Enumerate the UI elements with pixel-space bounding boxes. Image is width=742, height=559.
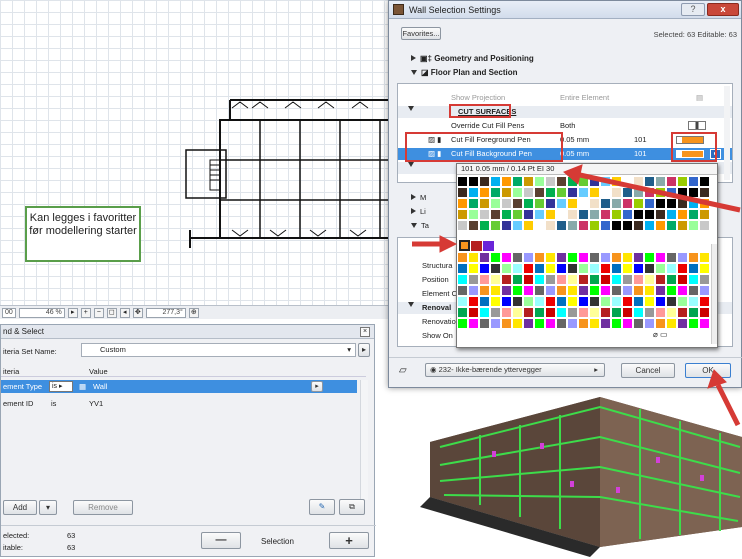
building-3d-render xyxy=(420,377,742,557)
building-3d-image xyxy=(420,397,742,557)
